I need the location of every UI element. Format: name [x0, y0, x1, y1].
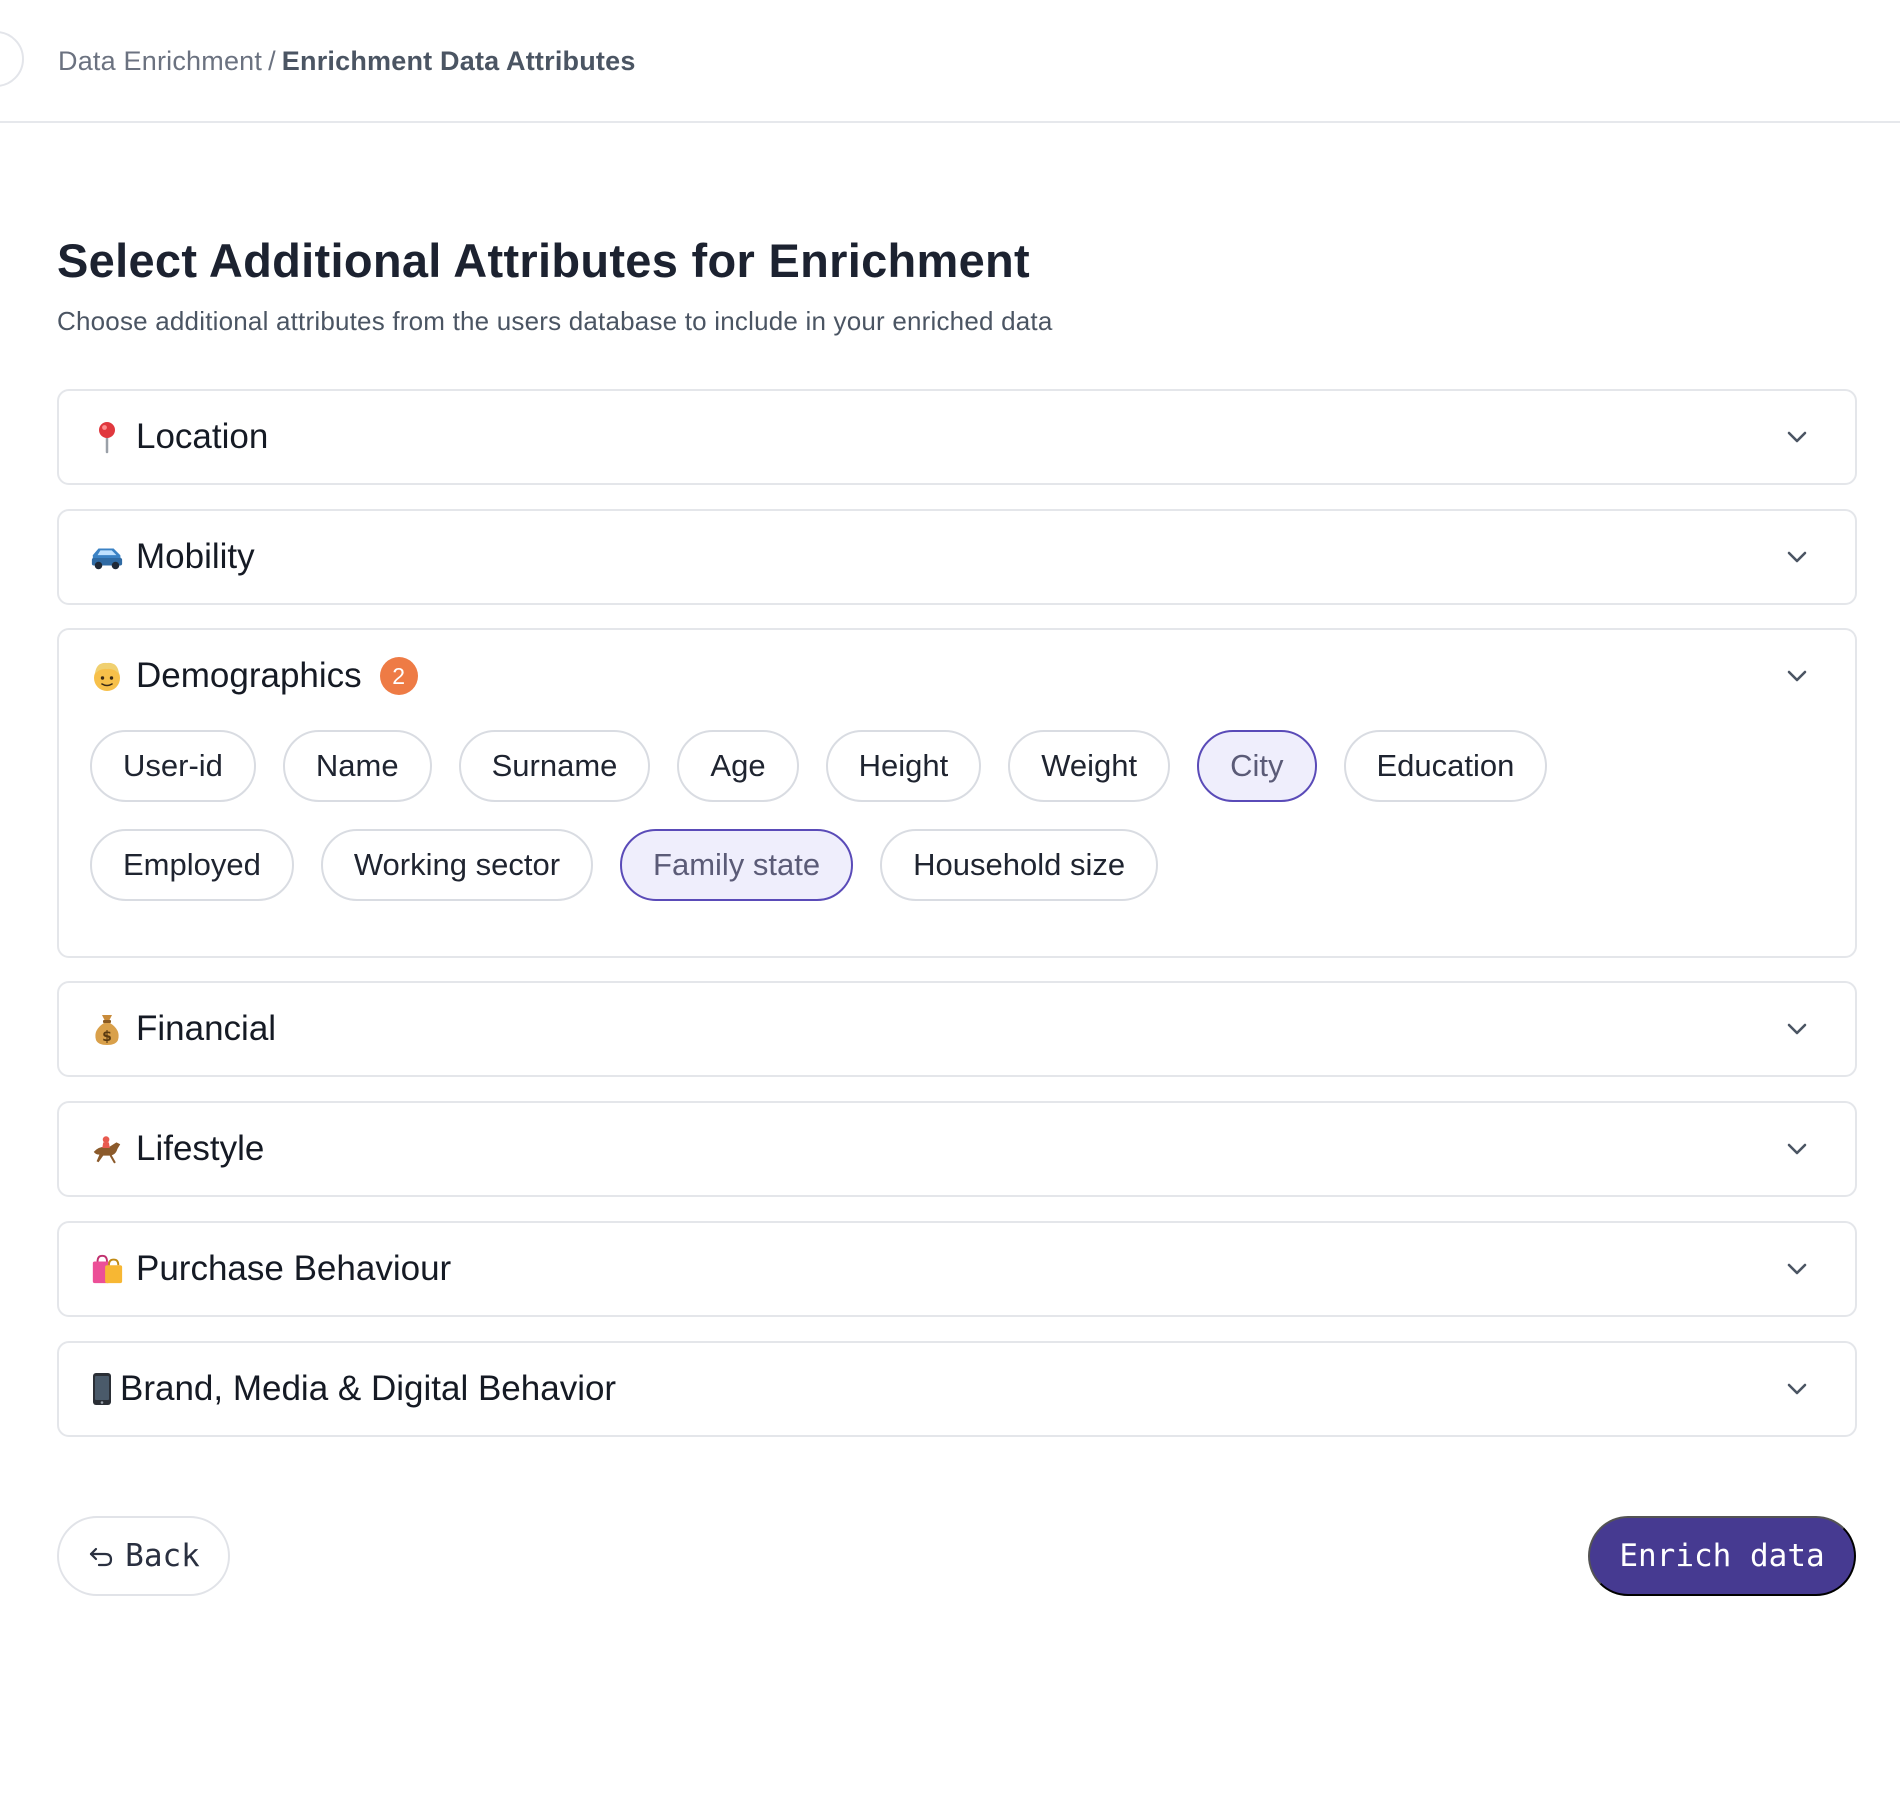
enrich-data-button[interactable]: Enrich data — [1588, 1516, 1856, 1596]
enrich-data-button-label: Enrich data — [1619, 1538, 1825, 1574]
chevron-down-icon[interactable] — [1785, 545, 1809, 569]
chevron-down-icon[interactable] — [1785, 425, 1809, 449]
page-title: Select Additional Attributes for Enrichm… — [57, 234, 1031, 287]
chip-household-size[interactable]: Household size — [880, 829, 1159, 901]
chip-age[interactable]: Age — [677, 730, 799, 802]
breadcrumb-separator: / — [268, 46, 276, 76]
chevron-down-icon[interactable] — [1785, 1017, 1809, 1041]
selected-count-badge: 2 — [379, 657, 418, 695]
section-mobility: Mobility — [57, 509, 1857, 605]
section-label: Demographics — [136, 656, 362, 695]
chip-city[interactable]: City — [1197, 730, 1317, 802]
person-icon — [90, 659, 124, 693]
return-arrow-icon — [90, 1547, 113, 1567]
section-label: Purchase Behaviour — [136, 1249, 452, 1288]
breadcrumb-current: Enrichment Data Attributes — [281, 46, 636, 76]
section-brand-media-digital: Brand, Media & Digital Behavior — [57, 1341, 1857, 1437]
chip-height[interactable]: Height — [825, 730, 982, 802]
chip-user-id[interactable]: User-id — [90, 730, 256, 802]
svg-text:$: $ — [102, 1029, 112, 1045]
horse-racing-icon — [90, 1132, 124, 1166]
section-label: Mobility — [136, 537, 255, 576]
breadcrumb: Data Enrichment / Enrichment Data Attribut… — [58, 46, 636, 77]
section-location: Location — [57, 389, 1857, 485]
chevron-down-icon[interactable] — [1785, 1377, 1809, 1401]
attribute-chip-list: User-id Name Surname Age Height Weight C… — [59, 722, 1855, 901]
page-subtitle: Choose additional attributes from the us… — [57, 306, 1053, 336]
section-mobility-header[interactable]: Mobility — [59, 511, 1855, 603]
breadcrumb-parent-link[interactable]: Data Enrichment — [58, 46, 262, 76]
chevron-down-icon[interactable] — [1785, 1137, 1809, 1161]
section-demographics-header[interactable]: Demographics 2 — [59, 630, 1855, 722]
chip-row: User-id Name Surname Age Height Weight C… — [90, 730, 1824, 802]
back-button-label: Back — [125, 1538, 200, 1574]
car-icon — [90, 540, 124, 574]
section-demographics: Demographics 2 User-id Name Surname Age … — [57, 628, 1857, 958]
chip-surname[interactable]: Surname — [458, 730, 651, 802]
section-label: Lifestyle — [136, 1129, 265, 1168]
top-bar: Data Enrichment / Enrichment Data Attribut… — [0, 0, 1900, 123]
section-purchase-behaviour-header[interactable]: Purchase Behaviour — [59, 1223, 1855, 1315]
section-lifestyle-header[interactable]: Lifestyle — [59, 1103, 1855, 1195]
chip-row: Employed Working sector Family state Hou… — [90, 829, 1824, 901]
section-brand-media-digital-header[interactable]: Brand, Media & Digital Behavior — [59, 1343, 1855, 1435]
chip-working-sector[interactable]: Working sector — [320, 829, 594, 901]
chip-name[interactable]: Name — [282, 730, 432, 802]
section-label: Financial — [136, 1009, 277, 1048]
back-button[interactable]: Back — [57, 1516, 230, 1596]
section-lifestyle: Lifestyle — [57, 1101, 1857, 1197]
money-bag-icon: $ — [90, 1012, 124, 1046]
chevron-down-icon[interactable] — [1785, 664, 1809, 688]
pin-icon — [90, 420, 124, 454]
section-label: Location — [136, 417, 269, 456]
section-location-header[interactable]: Location — [59, 391, 1855, 483]
section-financial-header[interactable]: $ Financial — [59, 983, 1855, 1075]
chip-employed[interactable]: Employed — [90, 829, 294, 901]
chip-family-state[interactable]: Family state — [620, 829, 854, 901]
shopping-bags-icon — [90, 1252, 124, 1286]
section-label: Brand, Media & Digital Behavior — [120, 1369, 617, 1408]
chevron-down-icon[interactable] — [1785, 1257, 1809, 1281]
chip-weight[interactable]: Weight — [1008, 730, 1171, 802]
section-purchase-behaviour: Purchase Behaviour — [57, 1221, 1857, 1317]
sidebar-toggle-button[interactable] — [0, 31, 24, 87]
mobile-phone-icon — [90, 1372, 114, 1406]
section-financial: $ Financial — [57, 981, 1857, 1077]
chip-education[interactable]: Education — [1343, 730, 1548, 802]
